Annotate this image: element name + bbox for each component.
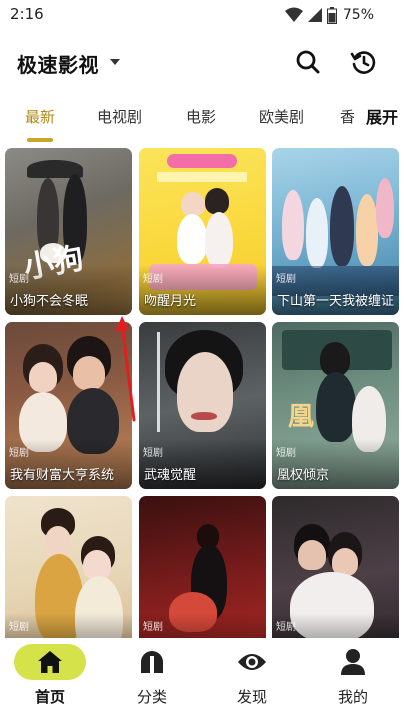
search-icon xyxy=(296,50,320,74)
battery-percentage: 75% xyxy=(342,7,374,23)
card-badge: 短剧 xyxy=(9,448,29,459)
tab-latest[interactable]: 最新 xyxy=(25,106,55,127)
card-title: 下山第一天我被缠证 xyxy=(277,294,395,309)
card-badge: 短剧 xyxy=(143,448,163,459)
poster-card[interactable]: 短剧 xyxy=(5,496,132,638)
annotation-arrow-icon xyxy=(115,316,136,422)
status-time: 2:16 xyxy=(10,5,44,23)
poster-card[interactable]: 小狗 短剧 小狗不会冬眠 xyxy=(5,148,132,315)
nav-item-profile[interactable]: 我的 xyxy=(313,644,393,710)
search-button[interactable] xyxy=(292,46,324,78)
wifi-icon xyxy=(284,7,303,22)
nav-item-category[interactable]: 分类 xyxy=(112,644,192,710)
home-icon xyxy=(38,651,62,673)
card-badge: 短剧 xyxy=(276,274,296,285)
dropdown-caret-icon[interactable] xyxy=(108,55,122,69)
nav-item-discover[interactable]: 发现 xyxy=(212,644,292,710)
history-button[interactable] xyxy=(347,46,379,78)
nav-label: 我的 xyxy=(337,688,368,706)
poster-card[interactable]: 短剧 xyxy=(139,496,266,638)
poster-card[interactable]: 短剧 吻醒月光 xyxy=(139,148,266,315)
profile-icon xyxy=(341,649,365,675)
battery-icon xyxy=(326,6,337,24)
nav-label: 首页 xyxy=(34,688,65,706)
poster-card[interactable]: 短剧 xyxy=(272,496,399,638)
discover-eye-icon xyxy=(238,654,266,670)
status-bar: 2:16 75% xyxy=(0,0,404,30)
card-badge: 短剧 xyxy=(9,274,29,285)
poster-card[interactable]: 短剧 下山第一天我被缠证 xyxy=(272,148,399,315)
history-icon xyxy=(350,51,376,74)
app-header: 极速影视 xyxy=(0,40,404,84)
card-badge: 短剧 xyxy=(143,622,163,633)
expand-tabs-button[interactable]: 展开 xyxy=(354,96,404,136)
tab-movies[interactable]: 电影 xyxy=(186,106,216,127)
card-badge: 短剧 xyxy=(143,274,163,285)
poster-card[interactable]: 短剧 武魂觉醒 xyxy=(139,322,266,489)
expand-label: 展开 xyxy=(365,108,398,127)
card-badge: 短剧 xyxy=(9,622,29,633)
card-title: 小狗不会冬眠 xyxy=(10,294,89,309)
card-title: 吻醒月光 xyxy=(144,294,197,309)
bottom-navigation: 首页 分类 发现 我的 xyxy=(0,638,404,718)
card-title: 凰权倾京 xyxy=(277,468,330,483)
card-title: 武魂觉醒 xyxy=(144,468,197,483)
signal-icon xyxy=(307,8,322,22)
card-badge: 短剧 xyxy=(276,622,296,633)
card-title: 我有财富大亨系统 xyxy=(10,468,115,483)
card-badge: 短剧 xyxy=(276,448,296,459)
nav-item-home[interactable]: 首页 xyxy=(10,644,90,710)
active-tab-indicator xyxy=(27,138,53,142)
app-title[interactable]: 极速影视 xyxy=(17,49,99,78)
poster-grid: 小狗 短剧 小狗不会冬眠 短剧 吻醒月光 短剧 下山第一天我被缠证 短剧 我有财… xyxy=(5,148,399,638)
poster-card[interactable]: 凰 短剧 凰权倾京 xyxy=(272,322,399,489)
tab-tv-series[interactable]: 电视剧 xyxy=(97,106,142,127)
nav-label: 分类 xyxy=(136,688,167,706)
category-tabs: 最新 电视剧 电影 欧美剧 香 展开 xyxy=(0,96,404,144)
status-icons: 75% xyxy=(284,6,374,24)
nav-label: 发现 xyxy=(236,688,267,706)
category-icon xyxy=(141,651,163,673)
tab-western-series[interactable]: 欧美剧 xyxy=(259,106,304,127)
tab-hongkong[interactable]: 香 xyxy=(340,106,355,127)
